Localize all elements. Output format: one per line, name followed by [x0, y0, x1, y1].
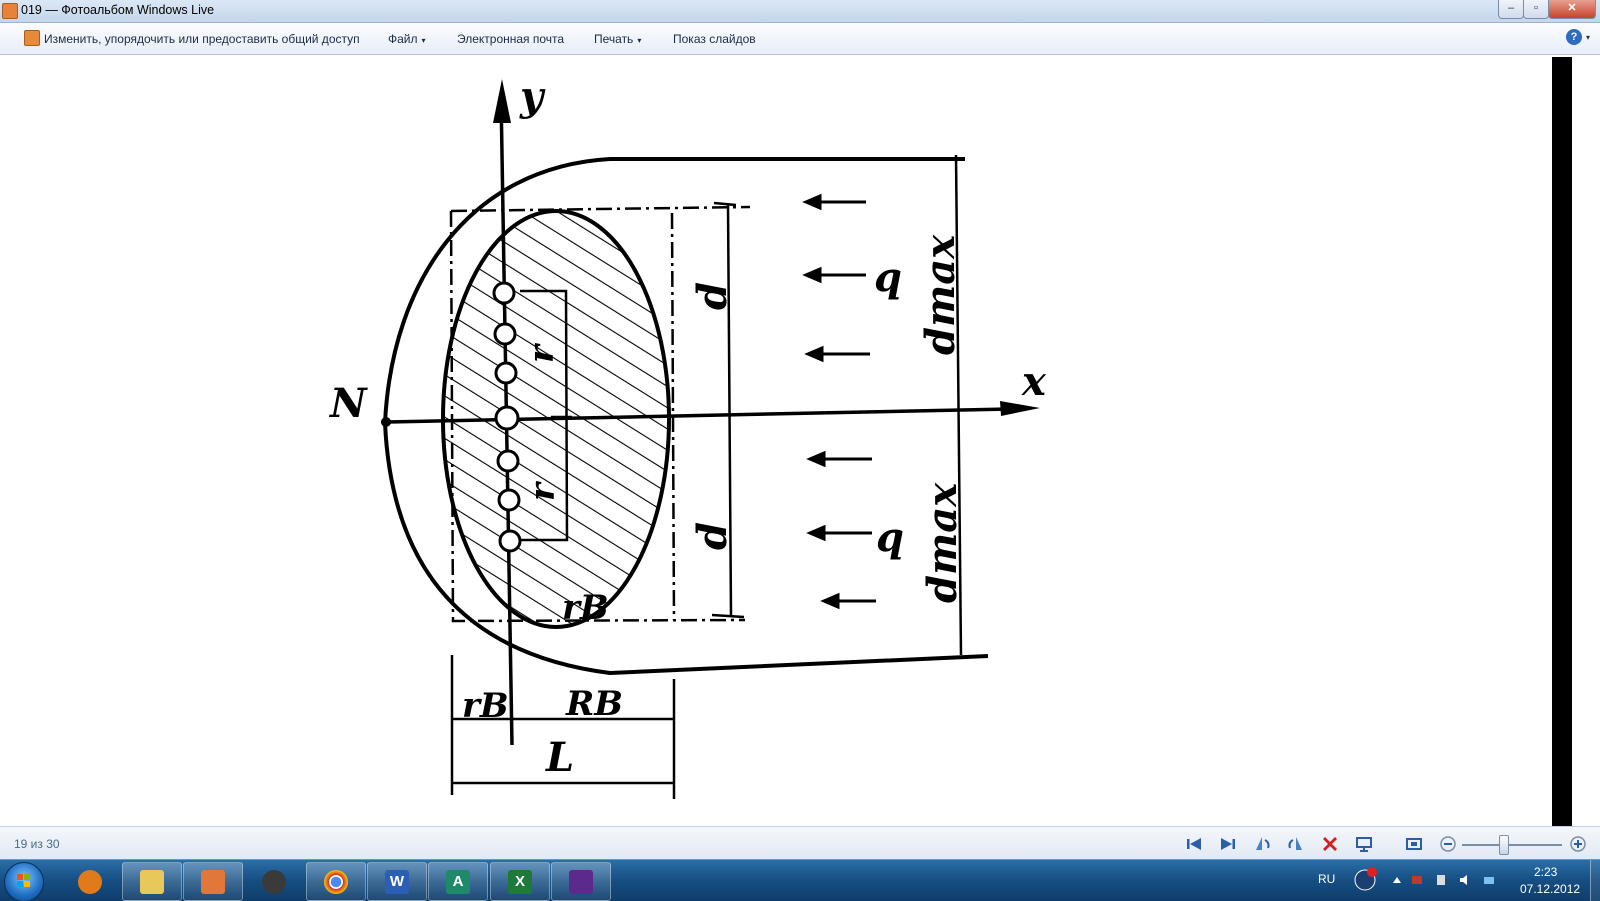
volume-icon[interactable] — [1458, 873, 1472, 887]
start-button[interactable] — [4, 862, 44, 901]
scanned-diagram: y x N q q rB rB RB L d d dmax dmax r r — [328, 57, 1572, 826]
email-button[interactable]: Электронная почта — [457, 32, 564, 46]
taskbar-photo-gallery[interactable] — [183, 862, 243, 901]
clock-time[interactable]: 2:23 — [1534, 865, 1557, 879]
zoom-slider-thumb[interactable] — [1499, 835, 1509, 855]
label-dmax-top: dmax — [917, 234, 964, 355]
network-tool-icon[interactable] — [1410, 873, 1424, 887]
d-dimension — [711, 201, 745, 619]
media-player-icon — [78, 870, 102, 894]
title-bar: 019 — Фотоальбом Windows Live – ▫ ✕ — [0, 0, 1600, 23]
taskbar-media-player[interactable] — [60, 862, 120, 901]
usb-device-icon[interactable] — [1434, 873, 1448, 887]
label-r-top: r — [522, 343, 562, 363]
print-menu[interactable]: Печать ▾ — [594, 32, 641, 46]
label-rB-left: rB — [462, 686, 509, 726]
maximize-button[interactable]: ▫ — [1523, 0, 1549, 19]
chrome-icon — [324, 870, 348, 894]
folder-icon — [140, 870, 164, 894]
point-N — [381, 417, 391, 427]
y-axis-arrow — [493, 79, 511, 123]
taskbar-word[interactable]: W — [367, 862, 427, 901]
rotate-left-icon[interactable] — [1252, 834, 1272, 854]
organize-icon — [24, 30, 40, 46]
delete-icon[interactable] — [1320, 834, 1340, 854]
label-x: x — [1021, 358, 1047, 405]
label-q-top: q — [874, 254, 902, 301]
label-d-bottom: d — [689, 522, 736, 550]
zoom-out-icon[interactable] — [1438, 834, 1458, 854]
print-menu-label: Печать — [594, 32, 634, 46]
previous-icon[interactable] — [1184, 834, 1204, 854]
label-RB: RB — [565, 684, 623, 724]
taskbar-access[interactable]: A — [428, 862, 488, 901]
taskbar-hp[interactable] — [244, 862, 304, 901]
hp-icon — [262, 870, 286, 894]
taskbar-excel[interactable]: X — [490, 862, 550, 901]
clock-date[interactable]: 07.12.2012 — [1520, 882, 1580, 896]
chevron-down-icon[interactable]: ▾ — [1586, 33, 1590, 42]
label-q-bottom: q — [876, 514, 904, 561]
photo-counter: 19 из 30 — [14, 837, 60, 851]
zoom-slider[interactable] — [1462, 844, 1562, 846]
excel-icon: X — [508, 870, 532, 894]
slideshow-button[interactable]: Показ слайдов — [673, 32, 756, 46]
command-bar: Изменить, упорядочить или предоставить о… — [0, 23, 1600, 55]
onenote-icon — [569, 870, 593, 894]
show-desktop-button[interactable] — [1590, 860, 1600, 901]
photo-gallery-icon — [201, 870, 225, 894]
network-icon[interactable] — [1482, 873, 1496, 887]
image-viewer: y x N q q rB rB RB L d d dmax dmax r r — [0, 55, 1600, 826]
action-center-icon[interactable] — [1352, 866, 1378, 892]
access-icon: A — [446, 870, 470, 894]
language-indicator[interactable]: RU — [1318, 872, 1335, 886]
label-y: y — [519, 73, 546, 120]
label-N: N — [328, 380, 368, 427]
taskbar: W A X RU 2:23 07.12.2012 — [0, 859, 1600, 901]
window-title: 019 — Фотоальбом Windows Live — [21, 3, 215, 17]
taskbar-onenote[interactable] — [551, 862, 611, 901]
help-icon[interactable]: ? — [1566, 29, 1582, 45]
slideshow-icon[interactable] — [1354, 834, 1374, 854]
organize-button[interactable]: Изменить, упорядочить или предоставить о… — [44, 32, 360, 46]
minimize-button[interactable]: – — [1498, 0, 1524, 19]
label-r-bottom: r — [523, 481, 563, 501]
close-button[interactable]: ✕ — [1548, 0, 1596, 19]
taskbar-chrome[interactable] — [306, 862, 366, 901]
label-dmax-bottom: dmax — [919, 482, 966, 603]
zoom-in-icon[interactable] — [1568, 834, 1588, 854]
file-menu-label: Файл — [388, 32, 418, 46]
fit-to-window-icon[interactable] — [1404, 834, 1424, 854]
photo-gallery-app-icon — [2, 3, 18, 19]
status-bar: 19 из 30 — [0, 826, 1600, 860]
show-hidden-icons-icon[interactable] — [1390, 873, 1404, 887]
file-menu[interactable]: Файл ▾ — [388, 32, 426, 46]
windows-logo-icon — [17, 874, 30, 887]
word-icon: W — [385, 870, 409, 894]
load-arrows — [802, 193, 876, 610]
rotate-right-icon[interactable] — [1286, 834, 1306, 854]
scan-edge — [1552, 57, 1572, 826]
chevron-down-icon: ▾ — [421, 36, 426, 45]
label-d-top: d — [689, 282, 736, 310]
label-rB: rB — [562, 588, 609, 628]
taskbar-explorer[interactable] — [122, 862, 182, 901]
chevron-down-icon: ▾ — [637, 36, 642, 45]
label-L: L — [545, 734, 574, 781]
next-icon[interactable] — [1218, 834, 1238, 854]
